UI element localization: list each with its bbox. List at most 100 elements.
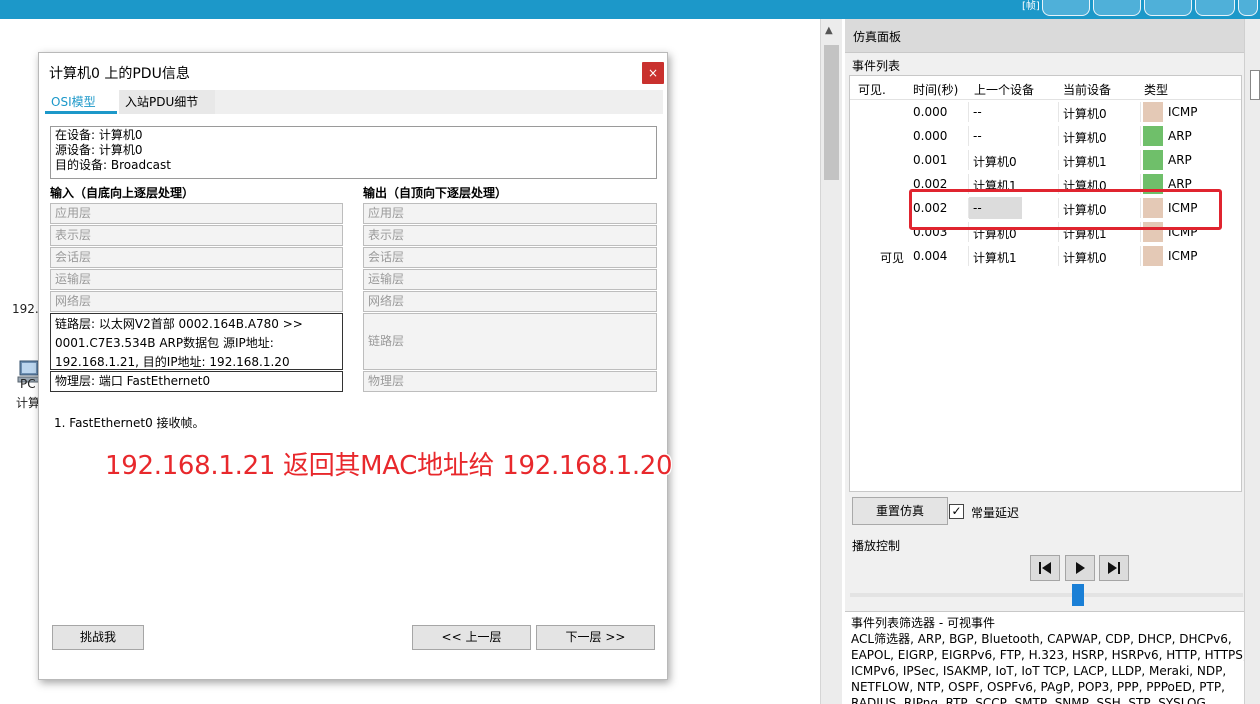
event-visible: 可见 [880,251,905,265]
filter-title: 事件列表筛选器 - 可视事件 [851,616,995,630]
event-current-device: 计算机0 [1063,131,1107,145]
out-layer-network[interactable]: 网络层 [363,291,657,312]
event-type: ARP [1168,153,1192,167]
header-type[interactable]: 类型 [1144,81,1168,98]
pc-label: PC [20,377,36,391]
in-layer-presentation[interactable]: 表示层 [50,225,343,246]
pc-name: 计算 [16,396,41,410]
header-time[interactable]: 时间(秒) [913,81,958,98]
toolbar-button[interactable] [1042,0,1090,16]
event-type: ICMP [1168,249,1198,263]
event-color-swatch [1143,102,1163,122]
out-layer-presentation[interactable]: 表示层 [363,225,657,246]
frame-label: [帧] [1022,1,1040,12]
pdu-info-dialog: 计算机0 上的PDU信息 × OSI模型 入站PDU细节 在设备: 计算机0 源… [38,52,673,680]
out-layer-application[interactable]: 应用层 [363,203,657,224]
column-separator [968,102,969,122]
column-separator [968,126,969,146]
event-list-header: 可见. 时间(秒) 上一个设备 当前设备 类型 [850,76,1241,100]
event-row[interactable]: 可见 0.004 计算机1 计算机0 ICMP [850,244,1241,268]
scroll-up-icon[interactable]: ▲ [825,25,833,36]
in-layer-physical[interactable]: 物理层: 端口 FastEthernet0 [50,371,343,392]
event-last-device: -- [973,105,982,119]
column-separator [968,246,969,266]
event-list-table[interactable]: 可见. 时间(秒) 上一个设备 当前设备 类型 0.000 -- 计算机0 ICMP 0… [849,75,1242,492]
in-link-line: 192.168.1.21, 目的IP地址: 192.168.1.20 [55,355,290,369]
filter-protocol-list: ACL筛选器, ARP, BGP, Bluetooth, CAPWAP, CDP… [851,632,1244,704]
header-visible[interactable]: 可见. [858,81,886,98]
tab-osi-model[interactable]: OSI模型 [45,90,117,114]
event-color-swatch [1143,246,1163,266]
highlight-box [909,189,1222,230]
event-time: 0.000 [913,129,948,143]
challenge-button[interactable]: 挑战我 [52,625,144,650]
dialog-title: 计算机0 上的PDU信息 [49,66,190,82]
tab-strip [215,90,663,114]
in-link-line: 链路层: 以太网V2首部 0002.164B.A780 >> [55,317,303,331]
playback-slider-track[interactable] [850,593,1243,597]
at-device: 在设备: 计算机0 [55,128,143,142]
in-layers-heading: 输入（自底向上逐层处理） [50,186,195,200]
event-color-swatch [1143,150,1163,170]
event-filter-box[interactable]: 事件列表筛选器 - 可视事件 ACL筛选器, ARP, BGP, Bluetoo… [845,611,1244,704]
toolbar-button[interactable] [1093,0,1141,16]
constant-delay-checkbox[interactable]: ✓ [949,504,964,519]
header-last-device[interactable]: 上一个设备 [974,81,1034,98]
in-layer-link[interactable]: 链路层: 以太网V2首部 0002.164B.A780 >> 0001.C7E3… [50,313,343,370]
event-list-label: 事件列表 [852,59,901,73]
in-layer-transport[interactable]: 运输层 [50,269,343,290]
column-separator [1140,150,1141,170]
event-row[interactable]: 0.001 计算机0 计算机1 ARP [850,148,1241,172]
event-last-device: -- [973,129,982,143]
toolbar-button[interactable] [1144,0,1192,16]
step-forward-icon [1108,562,1120,574]
toolbar-button[interactable] [1238,0,1258,16]
out-layer-link[interactable]: 链路层 [363,313,657,370]
out-layers-heading: 输出（自顶向下逐层处理） [363,186,508,200]
column-separator [1058,246,1059,266]
event-time: 0.000 [913,105,948,119]
playback-slider-thumb[interactable] [1072,584,1084,606]
dest-device: 目的设备: Broadcast [55,158,171,172]
event-last-device: 计算机0 [973,155,1017,169]
device-info-box: 在设备: 计算机0 源设备: 计算机0 目的设备: Broadcast [50,126,657,179]
event-current-device: 计算机0 [1063,107,1107,121]
out-layer-session[interactable]: 会话层 [363,247,657,268]
toolbar-button[interactable] [1195,0,1235,16]
simulation-panel: 仿真面板 事件列表 可见. 时间(秒) 上一个设备 当前设备 类型 0.000 -… [845,19,1244,704]
play-icon [1076,562,1085,574]
close-button[interactable]: × [642,62,664,84]
column-separator [1140,126,1141,146]
out-layer-physical[interactable]: 物理层 [363,371,657,392]
next-layer-button[interactable]: 下一层 >> [536,625,655,650]
in-layer-network[interactable]: 网络层 [50,291,343,312]
step-back-button[interactable] [1030,555,1060,581]
column-separator [1140,246,1141,266]
event-row[interactable]: 0.000 -- 计算机0 ICMP [850,100,1241,124]
event-last-device: 计算机1 [973,251,1017,265]
in-layer-application[interactable]: 应用层 [50,203,343,224]
tab-inbound-pdu[interactable]: 入站PDU细节 [119,90,215,114]
column-separator [1058,150,1059,170]
annotation-text: 192.168.1.21 返回其MAC地址给 192.168.1.20 [105,451,673,481]
step-forward-button[interactable] [1099,555,1129,581]
play-button[interactable] [1065,555,1095,581]
in-layer-session[interactable]: 会话层 [50,247,343,268]
event-type: ICMP [1168,105,1198,119]
column-separator [1140,102,1141,122]
prev-layer-button[interactable]: << 上一层 [412,625,531,650]
event-row[interactable]: 0.000 -- 计算机0 ARP [850,124,1241,148]
workspace-scrollbar[interactable]: ▲ [820,19,842,704]
reset-simulation-button[interactable]: 重置仿真 [852,497,948,525]
source-device: 源设备: 计算机0 [55,143,143,157]
scrollbar-thumb[interactable] [824,45,839,180]
header-current-device[interactable]: 当前设备 [1063,81,1111,98]
column-separator [1058,126,1059,146]
out-layer-transport[interactable]: 运输层 [363,269,657,290]
constant-delay-label: 常量延迟 [971,506,1020,520]
event-type: ARP [1168,129,1192,143]
step-note: 1. FastEthernet0 接收帧。 [54,416,205,430]
sim-panel-scrollbar[interactable] [1244,19,1260,704]
edge-tab[interactable] [1250,70,1260,100]
column-separator [968,150,969,170]
